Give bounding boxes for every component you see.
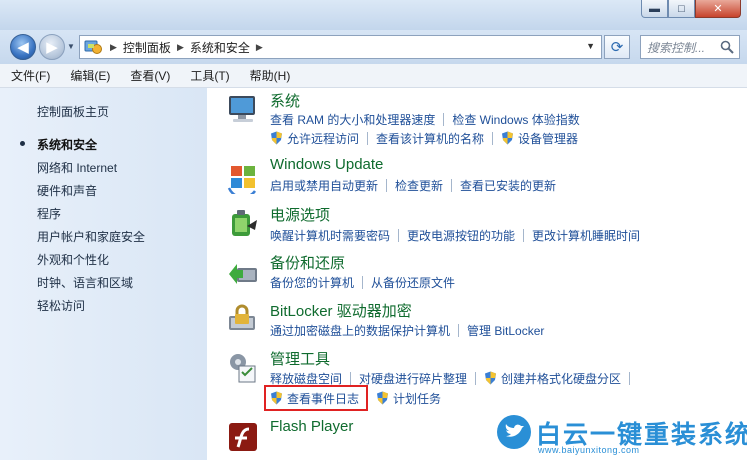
power-links: 唤醒计算机时需要密码 更改电源按钮的功能 更改计算机睡眠时间 — [270, 227, 640, 244]
uac-shield-icon — [271, 131, 282, 145]
uac-shield-icon — [502, 131, 514, 145]
breadcrumb-separator-icon[interactable]: ▶ — [177, 42, 184, 53]
menu-file[interactable]: 文件(F) — [11, 67, 50, 84]
category-title-bitlocker[interactable]: BitLocker 驱动器加密 — [270, 300, 412, 321]
sidebar-item-control-panel-home[interactable]: 控制面板主页 — [37, 103, 109, 120]
address-dropdown-icon[interactable]: ▼ — [586, 41, 595, 51]
sidebar-item-system-security[interactable]: 系统和安全 — [37, 136, 97, 153]
link-backup-computer[interactable]: 备份您的计算机 — [270, 274, 354, 291]
refresh-button[interactable]: ⟳ — [604, 35, 630, 59]
watermark-url: www.baiyunxitong.com — [538, 445, 640, 455]
breadcrumb-control-panel[interactable]: 控制面板 — [123, 39, 171, 56]
system-links-row1: 查看 RAM 的大小和处理器速度 检查 Windows 体验指数 — [270, 111, 580, 128]
uac-shield-icon — [485, 371, 497, 385]
admin-tools-icon — [230, 354, 256, 383]
sidebar-item-user-accounts[interactable]: 用户帐户和家庭安全 — [37, 228, 145, 245]
link-toggle-auto-update[interactable]: 启用或禁用自动更新 — [270, 177, 378, 194]
search-placeholder: 搜索控制... — [647, 40, 706, 55]
link-device-manager[interactable]: 设备管理器 — [501, 130, 578, 147]
breadcrumb-separator-icon[interactable]: ▶ — [256, 42, 263, 53]
link-power-button-function[interactable]: 更改电源按钮的功能 — [407, 227, 515, 244]
bitlocker-icon — [229, 304, 255, 330]
separator — [398, 229, 400, 242]
link-view-ram-cpu[interactable]: 查看 RAM 的大小和处理器速度 — [270, 111, 435, 128]
category-title-backup[interactable]: 备份和还原 — [270, 252, 345, 273]
link-view-computer-name[interactable]: 查看该计算机的名称 — [376, 130, 484, 147]
uac-shield-icon — [377, 391, 389, 405]
separator — [443, 113, 445, 126]
sidebar-item-clock-language-region[interactable]: 时钟、语言和区域 — [37, 274, 133, 291]
recent-pages-dropdown-icon[interactable]: ▼ — [67, 42, 75, 51]
link-create-format-partition[interactable]: 创建并格式化硬盘分区 — [484, 370, 621, 387]
separator — [629, 372, 631, 385]
backup-icon — [229, 264, 257, 284]
sidebar-item-programs[interactable]: 程序 — [37, 205, 61, 222]
sidebar-item-ease-of-access[interactable]: 轻松访问 — [37, 297, 85, 314]
link-schedule-tasks[interactable]: 计划任务 — [376, 390, 441, 407]
link-windows-experience-index[interactable]: 检查 Windows 体验指数 — [452, 111, 579, 128]
navigation-bar: ◀ ▶ ▼ ▶ 控制面板 ▶ 系统和安全 ▶ ▼ ⟳ 搜索控制... — [0, 30, 747, 64]
back-button[interactable]: ◀ — [10, 34, 36, 60]
title-bar: ▬ □ ✕ — [0, 0, 747, 30]
category-title-system[interactable]: 系统 — [270, 90, 300, 111]
main-content-pane: 系统 查看 RAM 的大小和处理器速度 检查 Windows 体验指数 允许远程… — [207, 88, 747, 460]
separator — [350, 372, 352, 385]
separator — [367, 132, 369, 145]
active-bullet-icon — [20, 141, 25, 146]
category-title-admin-tools[interactable]: 管理工具 — [270, 348, 330, 369]
link-allow-remote-access[interactable]: 允许远程访问 — [270, 130, 359, 147]
category-title-power[interactable]: 电源选项 — [270, 204, 330, 225]
address-bar[interactable]: ▶ 控制面板 ▶ 系统和安全 ▶ ▼ — [79, 35, 602, 59]
link-check-updates[interactable]: 检查更新 — [395, 177, 443, 194]
separator — [523, 229, 525, 242]
separator — [451, 179, 453, 192]
separator — [386, 179, 388, 192]
backup-links: 备份您的计算机 从备份还原文件 — [270, 274, 455, 291]
category-title-flash-player[interactable]: Flash Player — [270, 418, 353, 435]
menu-bar: 文件(F) 编辑(E) 查看(V) 工具(T) 帮助(H) — [0, 64, 747, 88]
menu-edit[interactable]: 编辑(E) — [70, 67, 110, 84]
highlight-box — [264, 385, 368, 411]
close-button[interactable]: ✕ — [695, 0, 741, 18]
link-sleep-time[interactable]: 更改计算机睡眠时间 — [532, 227, 640, 244]
category-title-windows-update[interactable]: Windows Update — [270, 156, 383, 173]
breadcrumb-separator-icon[interactable]: ▶ — [110, 42, 117, 53]
search-icon[interactable] — [720, 40, 734, 54]
link-manage-bitlocker[interactable]: 管理 BitLocker — [467, 322, 544, 339]
forward-button[interactable]: ▶ — [39, 34, 65, 60]
sidebar-item-appearance[interactable]: 外观和个性化 — [37, 251, 109, 268]
search-input[interactable]: 搜索控制... — [640, 35, 740, 59]
separator — [458, 324, 460, 337]
maximize-button[interactable]: □ — [668, 0, 695, 18]
separator — [475, 372, 477, 385]
link-restore-files[interactable]: 从备份还原文件 — [371, 274, 455, 291]
breadcrumb-system-security[interactable]: 系统和安全 — [190, 39, 250, 56]
sidebar-item-hardware-sound[interactable]: 硬件和声音 — [37, 182, 97, 199]
bitlocker-links: 通过加密磁盘上的数据保护计算机 管理 BitLocker — [270, 322, 544, 339]
link-defragment[interactable]: 对硬盘进行碎片整理 — [359, 370, 467, 387]
watermark-bird-logo — [497, 415, 531, 449]
separator — [492, 132, 494, 145]
computer-icon — [229, 96, 255, 122]
sidebar-item-network-internet[interactable]: 网络和 Internet — [37, 159, 117, 176]
menu-view[interactable]: 查看(V) — [130, 67, 170, 84]
link-encrypt-disk[interactable]: 通过加密磁盘上的数据保护计算机 — [270, 322, 450, 339]
window-controls: ▬ □ ✕ — [641, 0, 741, 18]
link-require-password-wake[interactable]: 唤醒计算机时需要密码 — [270, 227, 390, 244]
menu-help[interactable]: 帮助(H) — [250, 67, 291, 84]
battery-icon — [232, 210, 257, 236]
system-links-row2: 允许远程访问 查看该计算机的名称 设备管理器 — [270, 130, 578, 147]
minimize-button[interactable]: ▬ — [641, 0, 668, 18]
menu-tools[interactable]: 工具(T) — [190, 67, 229, 84]
link-view-installed-updates[interactable]: 查看已安装的更新 — [460, 177, 556, 194]
windows-update-links: 启用或禁用自动更新 检查更新 查看已安装的更新 — [270, 177, 556, 194]
separator — [362, 276, 364, 289]
left-navigation-pane: 控制面板主页 系统和安全 网络和 Internet 硬件和声音 程序 用户帐户和… — [0, 88, 207, 460]
control-panel-icon — [84, 39, 104, 55]
flash-icon — [229, 423, 257, 451]
windows-update-icon — [227, 166, 257, 194]
